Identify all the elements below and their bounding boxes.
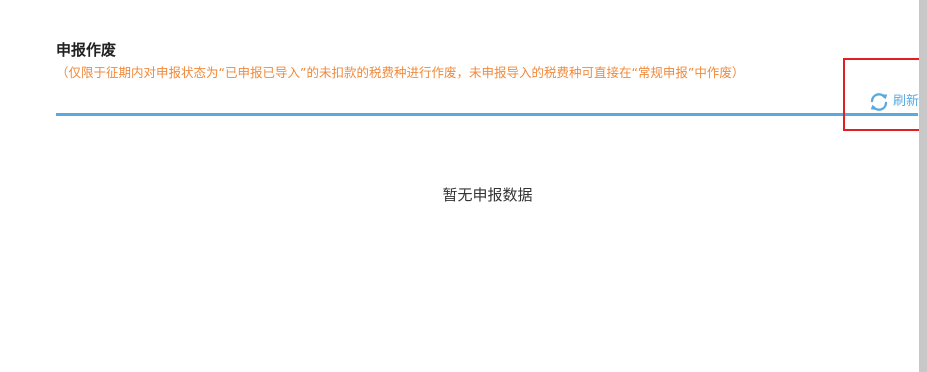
page-title: 申报作废: [56, 41, 117, 59]
empty-state-message: 暂无申报数据: [442, 186, 533, 204]
refresh-highlight-box: [843, 58, 926, 131]
void-instruction-note: （仅限于征期内对申报状态为“已申报已导入”的未扣款的税费种进行作废，未申报导入的…: [56, 65, 745, 80]
declaration-void-page: 申报作废 （仅限于征期内对申报状态为“已申报已导入”的未扣款的税费种进行作废，未…: [0, 0, 927, 372]
header-divider: [56, 113, 918, 116]
vertical-scrollbar[interactable]: [919, 0, 927, 372]
